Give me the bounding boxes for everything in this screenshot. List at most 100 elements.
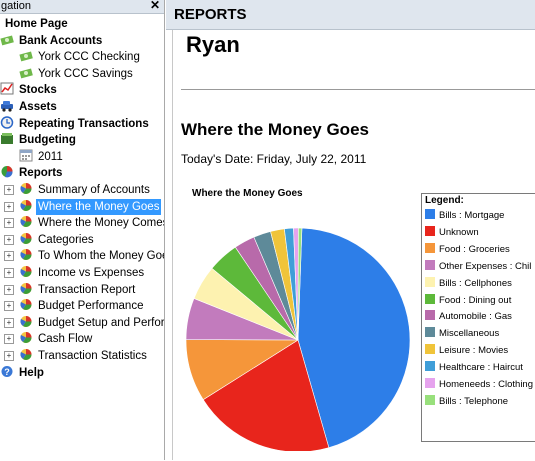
pie-chart-icon xyxy=(20,332,32,344)
nav-item-transaction-statistics[interactable]: Transaction Statistics xyxy=(19,348,149,364)
nav-item-budget-performance[interactable]: Budget Performance xyxy=(19,298,145,314)
legend-item: Food : Groceries xyxy=(425,242,510,258)
clock-icon xyxy=(0,115,14,129)
expand-icon[interactable]: + xyxy=(4,268,14,278)
pie-chart-icon xyxy=(20,266,32,277)
pie-chart-icon xyxy=(20,199,32,211)
nav-item-reports[interactable]: Reports xyxy=(0,165,64,181)
nav-item-where-the-money-comes[interactable]: Where the Money Comes xyxy=(19,215,164,231)
nav-item-help[interactable]: ? Help xyxy=(0,365,46,381)
legend-label: Homeneeds : Clothing xyxy=(439,379,533,390)
legend-swatch xyxy=(425,293,435,304)
nav-item-label: 2011 xyxy=(38,150,63,163)
legend-label: Unknown xyxy=(439,226,479,238)
legend-label: Food : Groceries xyxy=(439,243,510,255)
nav-item-budget-setup-and-perforr[interactable]: Budget Setup and Perforr xyxy=(19,315,164,331)
legend-item: Healthcare : Haircut xyxy=(425,360,523,376)
navigation-header: gation ✕ xyxy=(0,0,164,14)
navigation-pane: gation ✕ Home Page Bank Accounts York CCC … xyxy=(0,0,165,460)
nav-item-label: Where the Money Goes xyxy=(36,198,162,215)
nav-item-transaction-report[interactable]: Transaction Report xyxy=(19,282,137,298)
nav-item-label: Categories xyxy=(38,233,94,246)
pie-chart-icon xyxy=(20,282,32,294)
legend-item: Miscellaneous xyxy=(425,326,499,342)
nav-item-label: Repeating Transactions xyxy=(19,117,149,130)
nav-item-label: York CCC Checking xyxy=(38,51,140,64)
nav-item-budgeting[interactable]: Budgeting xyxy=(0,132,78,148)
legend-swatch xyxy=(425,225,435,236)
legend-label: Other Expenses : Chil xyxy=(439,260,532,272)
svg-text:?: ? xyxy=(4,367,10,377)
nav-item-bank-accounts[interactable]: Bank Accounts xyxy=(0,33,104,49)
nav-item-label: Reports xyxy=(19,167,63,180)
nav-item-income-vs-expenses[interactable]: Income vs Expenses xyxy=(19,265,146,281)
legend-swatch xyxy=(425,394,435,405)
expand-icon[interactable]: + xyxy=(4,251,14,262)
expand-icon[interactable]: + xyxy=(4,234,14,245)
nav-item-label: Transaction Report xyxy=(38,283,136,296)
legend-swatch xyxy=(425,361,435,372)
legend-label: Automobile : Gas xyxy=(439,311,512,323)
legend-label: Bills : Telephone xyxy=(439,395,509,407)
car-icon xyxy=(1,101,13,112)
pie-chart-icon xyxy=(20,349,32,360)
nav-item-label: York CCC Savings xyxy=(38,67,133,80)
nav-item-assets[interactable]: Assets xyxy=(0,99,59,115)
nav-item-categories[interactable]: Categories xyxy=(19,232,96,248)
legend-label: Bills : Cellphones xyxy=(439,277,512,289)
expand-icon[interactable]: + xyxy=(4,185,14,195)
pie-chart-icon xyxy=(20,216,32,228)
close-icon[interactable]: ✕ xyxy=(150,0,160,12)
nav-item-label: To Whom the Money Goe xyxy=(38,250,165,263)
money-icon xyxy=(19,68,33,79)
nav-item-summary-of-accounts[interactable]: Summary of Accounts xyxy=(19,182,152,198)
expand-icon[interactable]: + xyxy=(4,201,14,212)
nav-item-label: Stocks xyxy=(19,84,57,97)
nav-item-york-ccc-checking[interactable]: York CCC Checking xyxy=(19,49,142,65)
legend-label: Miscellaneous xyxy=(439,328,500,340)
legend-item: Bills : Mortgage xyxy=(425,208,504,224)
main-header: REPORTS xyxy=(166,0,535,30)
legend-swatch xyxy=(425,344,435,355)
budget-book-icon xyxy=(1,133,13,145)
legend-swatch xyxy=(425,209,435,219)
nav-item-label: Budget Performance xyxy=(38,300,144,313)
help-icon: ? xyxy=(1,365,13,377)
legend-swatch xyxy=(425,327,435,338)
legend-item: Bills : Telephone xyxy=(425,394,508,410)
expand-icon[interactable]: + xyxy=(4,301,14,312)
nav-item-cash-flow[interactable]: Cash Flow xyxy=(19,331,94,347)
pie-chart-icon xyxy=(20,315,32,327)
legend-swatch xyxy=(425,378,435,388)
legend-label: Healthcare : Haircut xyxy=(439,362,523,374)
divider xyxy=(181,89,535,90)
expand-icon[interactable]: + xyxy=(4,284,14,295)
calendar-icon xyxy=(19,149,33,162)
legend-item: Other Expenses : Chil xyxy=(425,259,531,275)
legend-swatch xyxy=(425,259,435,270)
legend-title: Legend: xyxy=(425,195,464,206)
nav-item-label: Budgeting xyxy=(19,134,76,147)
pie-chart-svg xyxy=(185,227,410,451)
money-icon xyxy=(19,51,33,62)
legend-item: Bills : Cellphones xyxy=(425,276,512,292)
expand-icon[interactable]: + xyxy=(4,351,14,361)
expand-icon[interactable]: + xyxy=(4,334,14,345)
nav-item-home-page[interactable]: Home Page xyxy=(3,16,70,32)
nav-item-label: Home Page xyxy=(5,18,68,30)
nav-item-2011[interactable]: 2011 xyxy=(19,149,65,165)
legend-item: Homeneeds : Clothing xyxy=(425,377,533,393)
nav-item-stocks[interactable]: Stocks xyxy=(0,82,59,98)
nav-item-where-the-money-goes[interactable]: Where the Money Goes xyxy=(19,198,162,215)
nav-item-to-whom-the-money-goe[interactable]: To Whom the Money Goe xyxy=(19,248,165,264)
expand-icon[interactable]: + xyxy=(4,218,14,229)
nav-item-repeating-transactions[interactable]: Repeating Transactions xyxy=(0,115,151,132)
nav-item-york-ccc-savings[interactable]: York CCC Savings xyxy=(19,66,135,82)
legend-item: Unknown xyxy=(425,225,479,241)
chart-legend: Legend: Bills : Mortgage Unknown Food : Gr… xyxy=(421,193,535,442)
report-title: Where the Money Goes xyxy=(181,120,369,139)
expand-icon[interactable]: + xyxy=(4,317,14,328)
pie-chart-icon xyxy=(20,249,32,261)
nav-item-label: Bank Accounts xyxy=(19,34,103,47)
legend-swatch xyxy=(425,242,435,253)
